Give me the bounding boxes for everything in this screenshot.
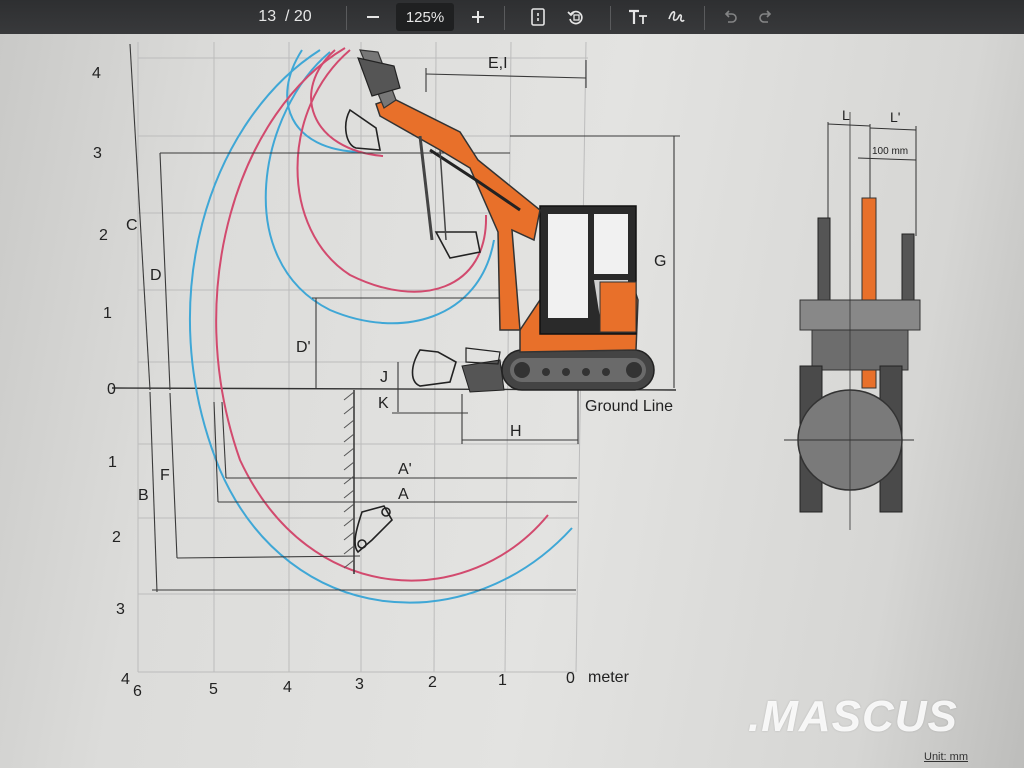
- y-tick-label: 4: [92, 65, 101, 82]
- excavator-side-view: [357, 49, 655, 393]
- mascus-watermark: .MASCUS: [748, 692, 958, 741]
- dim-label-d: D: [150, 267, 162, 284]
- y-tick-label: 2: [99, 227, 108, 244]
- y-tick-label: 4: [121, 671, 130, 688]
- front-label-l-prime: L': [890, 109, 900, 125]
- x-tick-label: 1: [498, 672, 507, 689]
- x-tick-label: 5: [209, 681, 218, 698]
- front-label-l: L: [842, 107, 850, 123]
- dim-label-h: H: [510, 423, 522, 440]
- front-label-gap: 100 mm: [872, 146, 908, 157]
- working-range-diagram: 4 3 2 1 0 1 2 3 4 6 5 4 3 2 1 0 meter C …: [92, 41, 921, 700]
- x-tick-label: 3: [355, 676, 364, 693]
- bucket-outlines: [344, 108, 481, 554]
- x-tick-label: 6: [133, 683, 142, 700]
- dim-label-c: C: [126, 217, 138, 234]
- dim-label-g: G: [654, 253, 666, 270]
- dim-label-e-i: E,I: [488, 55, 508, 72]
- x-axis-labels: 6 5 4 3 2 1 0 meter: [133, 669, 630, 700]
- dim-label-b: B: [138, 487, 149, 504]
- dim-label-a: A: [398, 486, 409, 503]
- dim-label-d-prime: D': [296, 339, 311, 356]
- dim-label-k: K: [378, 395, 389, 412]
- y-axis-labels: 4 3 2 1 0 1 2 3 4: [92, 65, 130, 688]
- y-tick-label: 3: [116, 601, 125, 618]
- y-tick-label: 2: [112, 529, 121, 546]
- unit-note: Unit: mm: [924, 751, 968, 763]
- dim-label-a-prime: A': [398, 461, 412, 478]
- y-tick-label: 0: [107, 381, 116, 398]
- trench-wall: [343, 390, 355, 574]
- x-tick-label: 2: [428, 674, 437, 691]
- excavator-front-view: [784, 112, 921, 530]
- pink-reach-arcs: [215, 47, 549, 582]
- x-axis-unit: meter: [588, 669, 630, 686]
- front-view-labels: L L' 100 mm: [842, 107, 908, 157]
- y-tick-label: 3: [93, 145, 102, 162]
- dim-label-f: F: [160, 467, 170, 484]
- y-tick-label: 1: [103, 305, 112, 322]
- y-tick-label: 1: [108, 454, 117, 471]
- ground-line-label: Ground Line: [585, 398, 673, 415]
- x-tick-label: 0: [566, 670, 575, 687]
- x-tick-label: 4: [283, 679, 292, 696]
- dim-label-j: J: [380, 369, 388, 386]
